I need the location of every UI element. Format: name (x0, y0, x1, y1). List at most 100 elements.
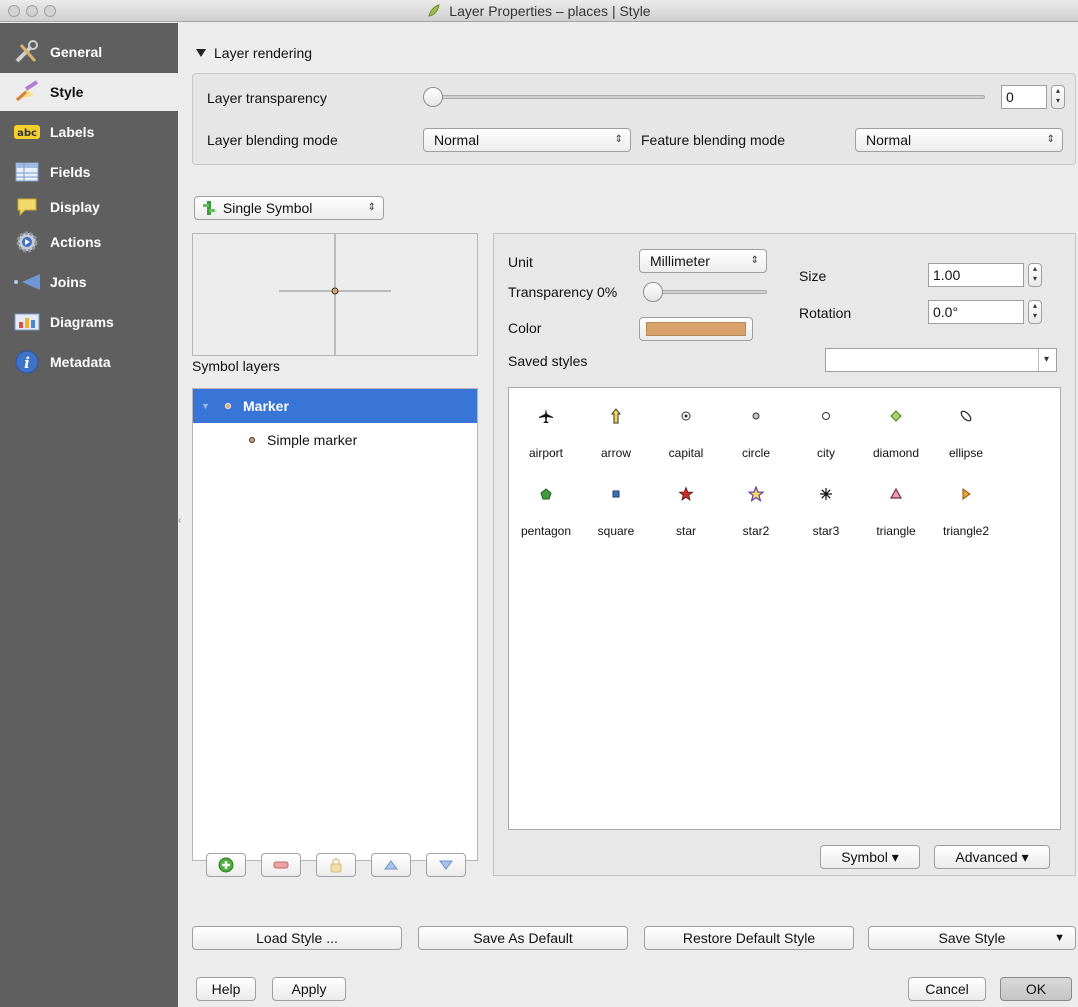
symbol-star[interactable]: star (651, 486, 721, 538)
saved-styles-select[interactable]: ▾ (825, 348, 1057, 372)
symbol-triangle2[interactable]: triangle2 (931, 486, 1001, 538)
sidebar-item-display[interactable]: Display (0, 188, 178, 226)
zoom-window-button[interactable] (44, 5, 56, 17)
symbol-transparency-slider-handle[interactable] (643, 282, 663, 302)
symbol-label: pentagon (520, 524, 572, 538)
star-icon (678, 486, 694, 501)
marker-preview-icon (279, 234, 391, 355)
city-icon (822, 412, 830, 420)
layer-blending-select[interactable]: Normal ⇕ (423, 128, 631, 152)
symbol-gallery: airport arrow capital circle city diamon… (508, 387, 1061, 830)
collapse-triangle-icon (196, 49, 206, 57)
size-label: Size (799, 268, 827, 284)
layer-rendering-toggle[interactable]: Layer rendering (196, 45, 312, 61)
sidebar-item-actions[interactable]: Actions (0, 223, 178, 261)
symbol-label: ellipse (948, 446, 984, 460)
symbol-label: star (675, 524, 696, 538)
labels-abc-icon: abc (10, 119, 44, 145)
svg-text:abc: abc (17, 128, 37, 139)
symbol-capital[interactable]: capital (651, 408, 721, 460)
symbol-layers-tree: ▼ Marker Simple marker (192, 388, 478, 861)
sidebar-item-general[interactable]: General (0, 33, 178, 71)
symbol-circle[interactable]: circle (721, 408, 791, 460)
symbol-label: square (597, 524, 635, 538)
layer-transparency-stepper[interactable]: ▴ ▾ (1051, 85, 1065, 109)
rotation-label: Rotation (799, 305, 852, 321)
minus-icon (273, 861, 289, 869)
symbol-square[interactable]: square (581, 486, 651, 538)
symbol-arrow[interactable]: arrow (581, 408, 651, 460)
minimize-window-button[interactable] (26, 5, 38, 17)
rotation-stepper[interactable]: ▴ ▾ (1028, 300, 1042, 324)
restore-default-style-button[interactable]: Restore Default Style (644, 926, 854, 950)
symbol-pentagon[interactable]: pentagon (511, 486, 581, 538)
symbol-layer-marker[interactable]: ▼ Marker (193, 389, 477, 423)
speech-bubble-icon (10, 194, 44, 220)
triangle2-icon (962, 488, 971, 500)
rotation-input[interactable]: 0.0° (928, 300, 1024, 324)
move-down-button[interactable] (426, 853, 466, 877)
save-style-button[interactable]: Save Style ▼ (868, 926, 1076, 950)
window-title: Layer Properties – places | Style (449, 3, 651, 19)
marker-properties-panel: Unit Millimeter ⇕ Transparency 0% Color … (493, 233, 1076, 876)
help-button[interactable]: Help (196, 977, 256, 1001)
sidebar: General Style abc Labels Fields Display … (0, 23, 178, 1007)
layer-transparency-slider[interactable] (429, 95, 985, 99)
color-swatch (646, 322, 746, 336)
save-style-label: Save Style (938, 930, 1006, 946)
sidebar-item-label: Actions (50, 234, 102, 250)
unit-label: Unit (508, 254, 533, 270)
size-stepper[interactable]: ▴ ▾ (1028, 263, 1042, 287)
sidebar-item-metadata[interactable]: i Metadata (0, 343, 178, 381)
sidebar-item-label: General (50, 44, 103, 60)
load-style-button[interactable]: Load Style ... (192, 926, 402, 950)
transparency-label: Transparency 0% (508, 284, 618, 300)
symbol-layer-simple-marker[interactable]: Simple marker (193, 423, 477, 457)
advanced-menu-button[interactable]: Advanced ▾ (934, 845, 1050, 869)
ok-button[interactable]: OK (1000, 977, 1072, 1001)
symbol-diamond[interactable]: diamond (861, 408, 931, 460)
symbol-label: circle (741, 446, 770, 460)
save-as-default-button[interactable]: Save As Default (418, 926, 628, 950)
sidebar-item-labels[interactable]: abc Labels (0, 113, 178, 151)
remove-layer-button[interactable] (261, 853, 301, 877)
sidebar-item-diagrams[interactable]: Diagrams (0, 303, 178, 341)
symbol-city[interactable]: city (791, 408, 861, 460)
marker-dot-icon (225, 403, 231, 409)
close-window-button[interactable] (8, 5, 20, 17)
layer-transparency-slider-handle[interactable] (423, 87, 443, 107)
lock-layer-button[interactable] (316, 853, 356, 877)
renderer-type-select[interactable]: Single Symbol ⇕ (194, 196, 384, 220)
symbol-label: airport (528, 446, 563, 460)
sidebar-item-joins[interactable]: Joins (0, 263, 178, 301)
symbol-star2[interactable]: star2 (721, 486, 791, 538)
symbol-star3[interactable]: star3 (791, 486, 861, 538)
symbol-label: capital (668, 446, 704, 460)
symbol-airport[interactable]: airport (511, 408, 581, 460)
add-layer-button[interactable] (206, 853, 246, 877)
layer-transparency-input[interactable]: 0 (1001, 85, 1047, 109)
layer-rendering-header: Layer rendering (214, 45, 313, 61)
color-picker-button[interactable] (639, 317, 753, 341)
size-input[interactable]: 1.00 (928, 263, 1024, 287)
chevron-down-icon: ▼ (1054, 932, 1065, 944)
symbol-ellipse[interactable]: ellipse (931, 408, 1001, 460)
cancel-button[interactable]: Cancel (908, 977, 986, 1001)
arrow-down-icon (439, 860, 453, 870)
symbol-transparency-slider[interactable] (649, 290, 767, 294)
symbol-menu-button[interactable]: Symbol ▾ (820, 845, 920, 869)
saved-styles-label: Saved styles (508, 353, 588, 369)
symbol-triangle[interactable]: triangle (861, 486, 931, 538)
symbol-label: star3 (812, 524, 840, 538)
sidebar-item-label: Labels (50, 124, 95, 140)
unit-select[interactable]: Millimeter ⇕ (639, 249, 767, 273)
sidebar-item-fields[interactable]: Fields (0, 153, 178, 191)
simple-marker-icon (249, 437, 255, 443)
move-up-button[interactable] (371, 853, 411, 877)
triangle-icon (889, 487, 903, 499)
feature-blending-select[interactable]: Normal ⇕ (855, 128, 1063, 152)
brush-icon (10, 79, 44, 105)
sidebar-item-style[interactable]: Style (0, 73, 178, 111)
apply-button[interactable]: Apply (272, 977, 346, 1001)
select-arrows-icon: ⇕ (367, 202, 376, 213)
